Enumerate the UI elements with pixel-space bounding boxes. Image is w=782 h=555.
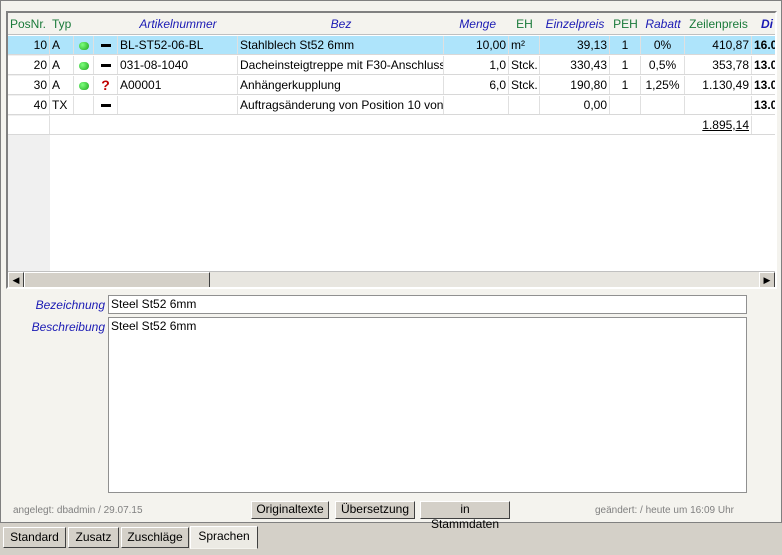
row-menge — [444, 96, 509, 114]
bezeichnung-label: Bezeichnung — [35, 298, 105, 312]
row-menge: 6,0 — [444, 76, 509, 94]
col-eh[interactable]: EH — [509, 13, 540, 35]
grid-header: PosNr. Typ Artikelnummer Bez Menge EH Ei… — [8, 13, 775, 35]
row-artikelnummer — [118, 96, 238, 114]
horizontal-scrollbar[interactable]: ◀ ▶ — [8, 271, 775, 287]
row-typ: TX — [50, 96, 74, 114]
row-peh: 1 — [610, 76, 641, 94]
row-peh — [610, 96, 641, 114]
row-rabatt — [641, 96, 685, 114]
row-bez: Auftragsänderung von Position 10 von — [240, 96, 444, 114]
row-zeilenpreis: 353,78 — [685, 56, 752, 74]
col-bez[interactable]: Bez — [238, 13, 444, 35]
row-artikelnummer: 031-08-1040 — [118, 56, 238, 74]
row-pos: 20 — [8, 56, 50, 74]
col-menge[interactable]: Menge — [444, 13, 508, 35]
row-menge: 1,0 — [444, 56, 509, 74]
row-einzelpreis: 0,00 — [540, 96, 610, 114]
row-zeilenpreis — [685, 96, 752, 114]
row-di: 13.0 — [754, 78, 775, 92]
row-eh — [509, 96, 540, 114]
col-rabatt[interactable]: Rabatt — [641, 13, 685, 35]
row-bez: Stahlblech St52 6mm — [238, 36, 444, 54]
col-peh[interactable]: PEH — [610, 13, 641, 35]
scroll-right-icon[interactable]: ▶ — [759, 272, 775, 287]
originaltexte-button[interactable]: Originaltexte — [251, 501, 329, 519]
uebersetzung-button[interactable]: Übersetzung — [335, 501, 415, 519]
table-row[interactable]: 30 A ? A00001 Anhängerkupplung 6,0 Stck.… — [8, 76, 775, 95]
col-posnr[interactable]: PosNr. — [10, 13, 50, 35]
row-typ: A — [50, 36, 74, 54]
row-pos: 10 — [8, 36, 50, 54]
row-einzelpreis: 190,80 — [540, 76, 610, 94]
row-artikelnummer: A00001 — [118, 76, 238, 94]
col-zeilenpreis[interactable]: Zeilenpreis — [685, 13, 752, 35]
tab-sprachen[interactable]: Sprachen — [190, 526, 258, 549]
row-einzelpreis: 330,43 — [540, 56, 610, 74]
status-dot-icon — [74, 56, 94, 74]
row-menge: 10,00 — [444, 36, 509, 54]
col-typ[interactable]: Typ — [52, 13, 76, 35]
col-di[interactable]: Di — [761, 13, 775, 35]
bezeichnung-input[interactable]: Steel St52 6mm — [108, 295, 747, 314]
row-peh: 1 — [610, 56, 641, 74]
row-typ: A — [50, 76, 74, 94]
row-di: 13.0 — [754, 98, 775, 112]
row-zeilenpreis: 410,87 — [685, 36, 752, 54]
created-info: angelegt: dbadmin / 29.07.15 — [13, 505, 143, 516]
dash-icon — [94, 36, 118, 54]
changed-info: geändert: / heute um 16:09 Uhr — [595, 505, 734, 516]
table-row[interactable]: 20 A 031-08-1040 Dacheinsteigtreppe mit … — [8, 56, 775, 75]
beschreibung-label: Beschreibung — [31, 320, 105, 334]
row-eh: m² — [509, 36, 540, 54]
dash-icon — [94, 96, 118, 114]
scroll-left-icon[interactable]: ◀ — [8, 272, 24, 287]
row-bez: Anhängerkupplung — [238, 76, 444, 94]
row-peh: 1 — [610, 36, 641, 54]
row-typ: A — [50, 56, 74, 74]
positions-grid: PosNr. Typ Artikelnummer Bez Menge EH Ei… — [6, 11, 777, 289]
total-value: 1.895,14 — [685, 116, 752, 134]
dash-icon — [94, 56, 118, 74]
row-empty — [74, 96, 94, 114]
tab-standard[interactable]: Standard — [3, 527, 66, 548]
row-eh: Stck. — [509, 76, 540, 94]
beschreibung-textarea[interactable]: Steel St52 6mm — [108, 317, 747, 493]
total-row: 1.895,14 — [8, 116, 775, 135]
tab-zusatz[interactable]: Zusatz — [68, 527, 119, 548]
status-dot-icon — [74, 76, 94, 94]
main-panel: PosNr. Typ Artikelnummer Bez Menge EH Ei… — [0, 0, 782, 531]
row-artikelnummer: BL-ST52-06-BL — [118, 36, 238, 54]
row-pos: 30 — [8, 76, 50, 94]
row-pos: 40 — [8, 96, 50, 114]
question-mark-icon: ? — [94, 76, 118, 94]
table-row[interactable]: 40 TX Auftragsänderung von Position 10 v… — [8, 96, 775, 115]
row-rabatt: 1,25% — [641, 76, 685, 94]
row-zeilenpreis: 1.130,49 — [685, 76, 752, 94]
row-di: 13.0 — [754, 58, 775, 72]
scroll-thumb[interactable] — [24, 272, 210, 287]
col-einzelpreis[interactable]: Einzelpreis — [540, 13, 610, 35]
stammdaten-button[interactable]: in Stammdaten — [420, 501, 510, 531]
row-eh: Stck. — [509, 56, 540, 74]
row-di: 16.0 — [754, 38, 775, 52]
row-bez: Dacheinsteigtreppe mit F30-Anschluss — [240, 56, 444, 74]
row-rabatt: 0% — [641, 36, 685, 54]
table-row[interactable]: 10 A BL-ST52-06-BL Stahlblech St52 6mm 1… — [8, 36, 775, 55]
total-row-blank — [8, 116, 50, 134]
col-artikelnummer[interactable]: Artikelnummer — [118, 13, 238, 35]
status-dot-icon — [74, 36, 94, 54]
row-einzelpreis: 39,13 — [540, 36, 610, 54]
row-rabatt: 0,5% — [641, 56, 685, 74]
tab-zuschlaege[interactable]: Zuschläge — [121, 527, 189, 548]
